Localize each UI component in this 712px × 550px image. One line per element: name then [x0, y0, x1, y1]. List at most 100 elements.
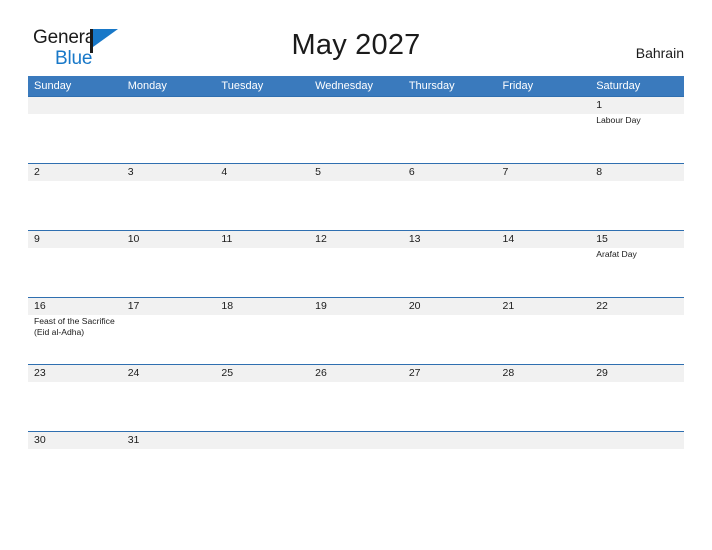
day-number[interactable] [403, 97, 497, 114]
day-event [590, 181, 684, 182]
week-event-band: Labour Day [28, 114, 684, 127]
region-label: Bahrain [635, 45, 684, 61]
day-number[interactable]: 13 [403, 231, 497, 248]
day-number[interactable]: 19 [309, 298, 403, 315]
week-event-band [28, 181, 684, 182]
day-event: Arafat Day [596, 249, 637, 259]
day-number[interactable] [215, 432, 309, 449]
day-event [309, 248, 403, 260]
week-date-number-band: 16 17 18 19 20 21 22 [28, 298, 684, 315]
day-event [497, 248, 591, 260]
day-number[interactable]: 1 [590, 97, 684, 114]
day-event [309, 449, 403, 450]
day-number[interactable]: 22 [590, 298, 684, 315]
day-event [28, 382, 122, 383]
week-date-number-band: 30 31 [28, 432, 684, 449]
day-number[interactable]: 29 [590, 365, 684, 382]
week-date-number-band: 1 [28, 97, 684, 114]
day-number[interactable] [309, 97, 403, 114]
day-event [28, 114, 122, 126]
day-number[interactable]: 30 [28, 432, 122, 449]
day-event [215, 382, 309, 383]
day-event [122, 449, 216, 450]
day-event [309, 114, 403, 126]
day-header-monday: Monday [127, 80, 167, 92]
day-header-tuesday: Tuesday [221, 80, 264, 92]
week-date-number-band: 2 3 4 5 6 7 8 [28, 164, 684, 181]
day-number[interactable] [215, 97, 309, 114]
day-header-sunday: Sunday [34, 80, 72, 92]
week-date-number-band: 23 24 25 26 27 28 29 [28, 365, 684, 382]
day-event [403, 248, 497, 260]
day-event [215, 181, 309, 182]
week-row: 23 24 25 26 27 28 29 [28, 364, 684, 431]
day-number[interactable]: 11 [215, 231, 309, 248]
day-number[interactable] [497, 97, 591, 114]
day-event [497, 382, 591, 383]
day-event [122, 315, 216, 338]
day-event [28, 449, 122, 450]
day-number[interactable]: 21 [497, 298, 591, 315]
day-number[interactable]: 8 [590, 164, 684, 181]
page-header: General Blue May 2027 Bahrain [0, 0, 712, 76]
day-number[interactable]: 24 [122, 365, 216, 382]
day-number[interactable]: 7 [497, 164, 591, 181]
day-event [122, 114, 216, 126]
calendar-grid: Sunday Monday Tuesday Wednesday Thursday… [28, 76, 684, 461]
day-number[interactable]: 20 [403, 298, 497, 315]
day-number[interactable]: 9 [28, 231, 122, 248]
day-number[interactable] [309, 432, 403, 449]
day-number[interactable]: 16 [28, 298, 122, 315]
day-number[interactable]: 17 [122, 298, 216, 315]
day-event [497, 181, 591, 182]
day-number[interactable] [28, 97, 122, 114]
day-number[interactable]: 14 [497, 231, 591, 248]
day-event: Feast of the Sacrifice (Eid al-Adha) [34, 316, 115, 338]
day-header-saturday: Saturday [596, 80, 641, 92]
day-event [403, 315, 497, 338]
day-number[interactable] [122, 97, 216, 114]
day-event [590, 449, 684, 450]
day-number[interactable]: 15 [590, 231, 684, 248]
week-date-number-band: 9 10 11 12 13 14 15 [28, 231, 684, 248]
day-event [28, 181, 122, 182]
day-number[interactable]: 25 [215, 365, 309, 382]
day-number[interactable]: 5 [309, 164, 403, 181]
day-event [497, 449, 591, 450]
day-event [309, 382, 403, 383]
day-event: Labour Day [596, 115, 641, 125]
day-number[interactable]: 10 [122, 231, 216, 248]
day-number[interactable]: 18 [215, 298, 309, 315]
day-number[interactable] [497, 432, 591, 449]
day-number[interactable] [590, 432, 684, 449]
day-of-week-header-row: Sunday Monday Tuesday Wednesday Thursday… [28, 76, 684, 96]
week-row: 9 10 11 12 13 14 15 Arafat Day [28, 230, 684, 297]
day-number[interactable]: 3 [122, 164, 216, 181]
day-number[interactable]: 27 [403, 365, 497, 382]
day-event [590, 382, 684, 383]
day-number[interactable]: 28 [497, 365, 591, 382]
day-number[interactable]: 6 [403, 164, 497, 181]
day-event [403, 449, 497, 450]
day-number[interactable]: 26 [309, 365, 403, 382]
day-event [403, 114, 497, 126]
week-event-band: Feast of the Sacrifice (Eid al-Adha) [28, 315, 684, 339]
day-number[interactable]: 2 [28, 164, 122, 181]
day-header-friday: Friday [502, 80, 534, 92]
day-event [403, 181, 497, 182]
day-header-wednesday: Wednesday [315, 80, 373, 92]
day-event [215, 449, 309, 450]
day-event [215, 248, 309, 260]
day-number[interactable]: 12 [309, 231, 403, 248]
day-event [497, 114, 591, 126]
day-header-thursday: Thursday [408, 80, 455, 92]
day-number[interactable]: 4 [215, 164, 309, 181]
day-number[interactable] [403, 432, 497, 449]
day-number[interactable]: 23 [28, 365, 122, 382]
day-event [122, 382, 216, 383]
day-event [309, 181, 403, 182]
day-event [215, 114, 309, 126]
week-row: 1 Labour Day [28, 96, 684, 163]
week-event-band: Arafat Day [28, 248, 684, 261]
day-number[interactable]: 31 [122, 432, 216, 449]
